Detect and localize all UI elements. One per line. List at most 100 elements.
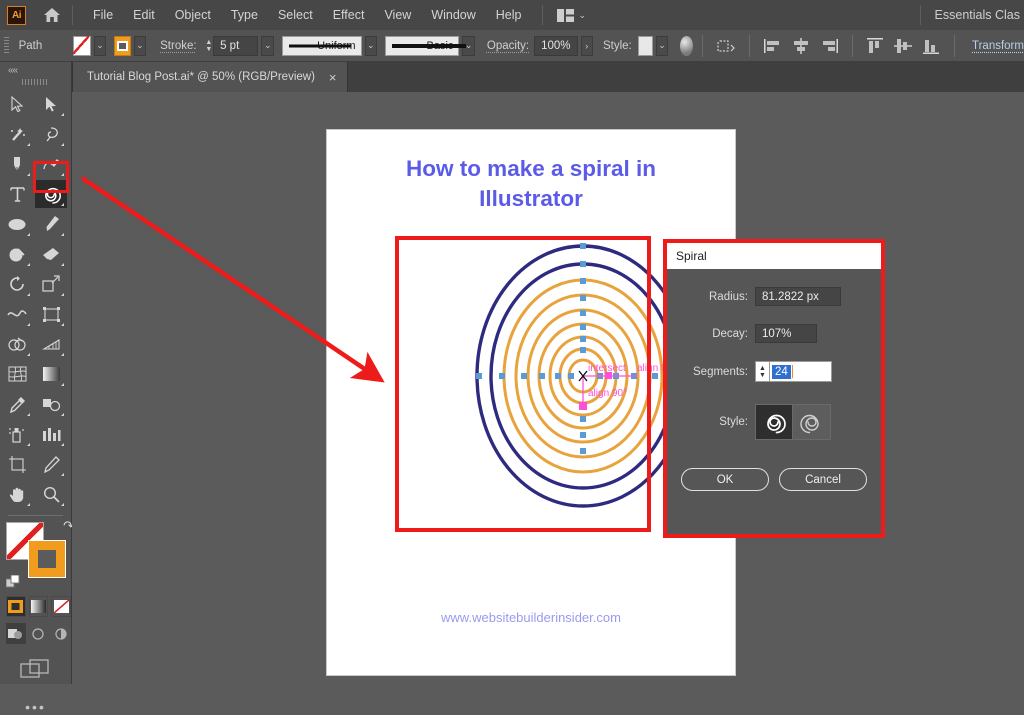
- width-tool[interactable]: [1, 300, 33, 328]
- radius-input[interactable]: 81.2822 px: [755, 287, 841, 306]
- graphic-style-chevron-down-icon[interactable]: ⌄: [656, 36, 668, 56]
- home-icon[interactable]: [42, 5, 62, 25]
- stroke-weight-stepper[interactable]: ▲▼: [205, 36, 214, 56]
- spiral-clockwise-icon[interactable]: [755, 404, 793, 440]
- menu-item-type[interactable]: Type: [221, 4, 268, 26]
- shape-builder-tool[interactable]: [1, 330, 33, 358]
- draw-normal-icon[interactable]: [6, 623, 26, 644]
- align-bottom-icon[interactable]: [922, 38, 940, 54]
- hand-tool[interactable]: [1, 480, 33, 508]
- fill-color-swatch[interactable]: [73, 36, 91, 56]
- opacity-label[interactable]: Opacity:: [487, 40, 529, 52]
- pen-tool[interactable]: [1, 150, 33, 178]
- spiral-tool[interactable]: [35, 180, 67, 208]
- default-fill-stroke-icon[interactable]: [6, 575, 21, 590]
- artwork-title: How to make a spiral in Illustrator: [347, 154, 715, 214]
- fill-swatch-chevron-down-icon[interactable]: ⌄: [94, 36, 106, 56]
- collapse-panel-icon[interactable]: ««: [0, 62, 71, 76]
- rotate-tool[interactable]: [1, 270, 33, 298]
- tools-panel: ««: [0, 62, 72, 684]
- brush-definition-select[interactable]: Basic: [385, 36, 459, 56]
- scale-tool[interactable]: [35, 270, 67, 298]
- align-left-icon[interactable]: [764, 38, 782, 54]
- eraser-tool[interactable]: [35, 240, 67, 268]
- blend-tool[interactable]: [35, 390, 67, 418]
- stroke-weight-input[interactable]: 5 pt: [213, 36, 258, 56]
- mesh-tool[interactable]: [1, 360, 33, 388]
- arrange-documents-button[interactable]: ⌄: [557, 9, 587, 22]
- gradient-tool[interactable]: [35, 360, 67, 388]
- type-tool[interactable]: [1, 180, 33, 208]
- graphic-style-swatch[interactable]: [638, 36, 653, 56]
- perspective-grid-tool[interactable]: [35, 330, 67, 358]
- close-icon[interactable]: ×: [329, 70, 337, 85]
- menu-item-view[interactable]: View: [374, 4, 421, 26]
- change-screen-mode-icon[interactable]: [20, 658, 71, 685]
- edit-toolbar-icon[interactable]: •••: [0, 699, 71, 715]
- cancel-button[interactable]: Cancel: [779, 468, 867, 491]
- align-top-icon[interactable]: [866, 38, 884, 54]
- menu-item-window[interactable]: Window: [421, 4, 485, 26]
- stroke-profile-chevron-down-icon[interactable]: ⌄: [365, 36, 377, 56]
- segments-stepper[interactable]: ▲▼: [755, 361, 770, 382]
- free-transform-tool[interactable]: [35, 300, 67, 328]
- menu-item-file[interactable]: File: [83, 4, 123, 26]
- transform-panel-link[interactable]: Transform: [972, 40, 1024, 52]
- draw-behind-icon[interactable]: [29, 623, 49, 644]
- spiral-dialog-title: Spiral: [667, 243, 881, 269]
- menu-item-help[interactable]: Help: [486, 4, 532, 26]
- artboard-tool[interactable]: [1, 450, 33, 478]
- align-right-icon[interactable]: [820, 38, 838, 54]
- draw-mode-row: [6, 623, 71, 644]
- segments-input[interactable]: 24: [770, 361, 832, 382]
- stroke-weight-label[interactable]: Stroke:: [160, 40, 196, 52]
- paintbrush-tool[interactable]: [35, 210, 67, 238]
- ok-button[interactable]: OK: [681, 468, 769, 491]
- illustrator-logo-icon[interactable]: Ai: [7, 6, 26, 25]
- stroke-color-indicator[interactable]: [28, 540, 66, 578]
- opacity-flyout-arrow-icon[interactable]: ›: [581, 36, 593, 56]
- menu-item-select[interactable]: Select: [268, 4, 323, 26]
- align-horizontal-center-icon[interactable]: [792, 38, 810, 54]
- menu-item-edit[interactable]: Edit: [123, 4, 165, 26]
- eyedropper-tool[interactable]: [1, 390, 33, 418]
- stroke-profile-select[interactable]: Uniform: [282, 36, 362, 56]
- color-swatch-icon[interactable]: [6, 596, 26, 617]
- none-icon[interactable]: [51, 596, 71, 617]
- column-graph-tool[interactable]: [35, 420, 67, 448]
- control-bar: Path ⌄ ⌄ Stroke: ▲▼ 5 pt ⌄ Uniform ⌄ Bas…: [0, 30, 1024, 62]
- menu-divider-2: [542, 5, 543, 25]
- symbol-sprayer-tool[interactable]: [1, 420, 33, 448]
- stroke-profile-preview: [289, 44, 351, 47]
- control-bar-grip[interactable]: [4, 37, 9, 55]
- ellipse-tool[interactable]: [1, 210, 33, 238]
- workspace-switcher[interactable]: Essentials Clas: [935, 8, 1024, 22]
- recolor-artwork-icon[interactable]: [680, 36, 693, 56]
- stroke-swatch-chevron-down-icon[interactable]: ⌄: [134, 36, 146, 56]
- magic-wand-tool[interactable]: [1, 120, 33, 148]
- spiral-counterclockwise-icon[interactable]: [793, 404, 831, 440]
- decay-input[interactable]: 107%: [755, 324, 817, 343]
- align-vertical-center-icon[interactable]: [894, 38, 912, 54]
- fill-stroke-control[interactable]: ↷: [6, 522, 68, 580]
- shaper-tool[interactable]: [1, 240, 33, 268]
- document-tab[interactable]: Tutorial Blog Post.ai* @ 50% (RGB/Previe…: [72, 62, 348, 92]
- selection-tool[interactable]: [1, 90, 33, 118]
- lasso-tool[interactable]: [35, 120, 67, 148]
- spiral-dialog[interactable]: Spiral Radius: 81.2822 px Decay: 107% Se…: [663, 239, 885, 538]
- menu-divider: [72, 5, 73, 25]
- transform-shape-icon[interactable]: [717, 38, 735, 54]
- tools-panel-grip[interactable]: [22, 79, 48, 85]
- gradient-icon[interactable]: [29, 596, 49, 617]
- opacity-input[interactable]: 100%: [534, 36, 577, 56]
- menu-item-effect[interactable]: Effect: [323, 4, 375, 26]
- slice-tool[interactable]: [35, 450, 67, 478]
- stroke-color-swatch[interactable]: [114, 36, 130, 56]
- decay-row: Decay: 107%: [667, 324, 881, 343]
- draw-inside-icon[interactable]: [51, 623, 71, 644]
- zoom-tool[interactable]: [35, 480, 67, 508]
- stroke-weight-chevron-down-icon[interactable]: ⌄: [261, 36, 273, 56]
- menu-item-object[interactable]: Object: [165, 4, 221, 26]
- curvature-tool[interactable]: [35, 150, 67, 178]
- direct-selection-tool[interactable]: [35, 90, 67, 118]
